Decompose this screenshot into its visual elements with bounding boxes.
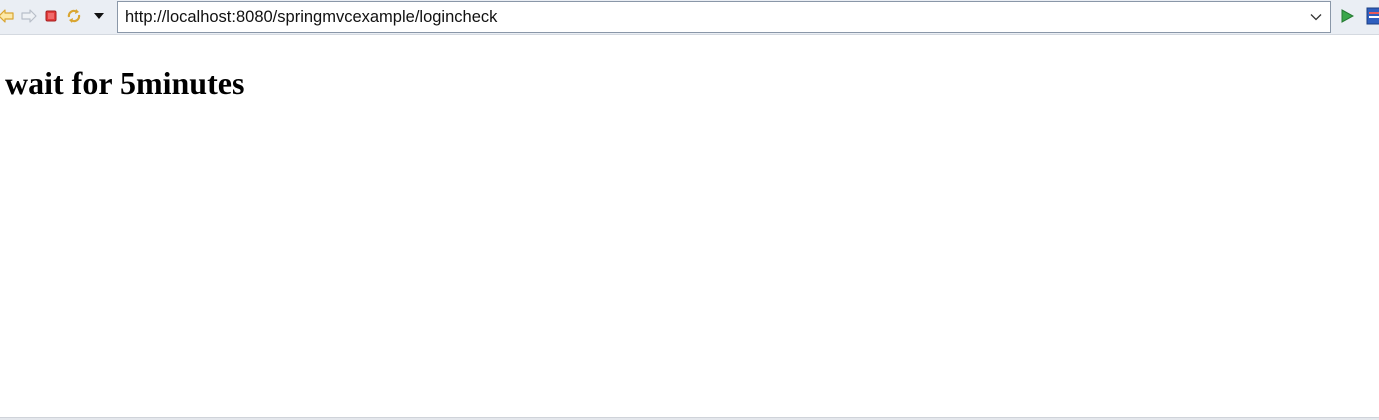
page-heading: wait for 5minutes xyxy=(5,65,245,101)
toolbar-extension-button[interactable] xyxy=(1364,6,1379,26)
forward-button[interactable] xyxy=(19,6,39,26)
arrow-left-icon xyxy=(0,9,14,23)
page-content: wait for 5minutes xyxy=(0,36,1379,417)
play-icon xyxy=(1341,9,1354,23)
back-button[interactable] xyxy=(0,6,16,26)
stop-button[interactable] xyxy=(41,6,61,26)
chevron-down-icon xyxy=(1310,14,1322,21)
refresh-icon xyxy=(67,9,81,23)
refresh-button[interactable] xyxy=(64,6,84,26)
address-bar[interactable]: http://localhost:8080/springmvcexample/l… xyxy=(117,1,1331,33)
stop-icon xyxy=(45,10,57,22)
arrow-right-icon xyxy=(21,9,37,23)
url-history-dropdown[interactable] xyxy=(1302,2,1330,32)
go-button[interactable] xyxy=(1337,6,1357,26)
browser-toolbar: http://localhost:8080/springmvcexample/l… xyxy=(0,0,1379,35)
navigation-menu-button[interactable] xyxy=(89,6,109,26)
url-input[interactable]: http://localhost:8080/springmvcexample/l… xyxy=(118,8,1302,27)
extension-icon xyxy=(1366,7,1379,25)
triangle-down-icon xyxy=(94,13,104,19)
